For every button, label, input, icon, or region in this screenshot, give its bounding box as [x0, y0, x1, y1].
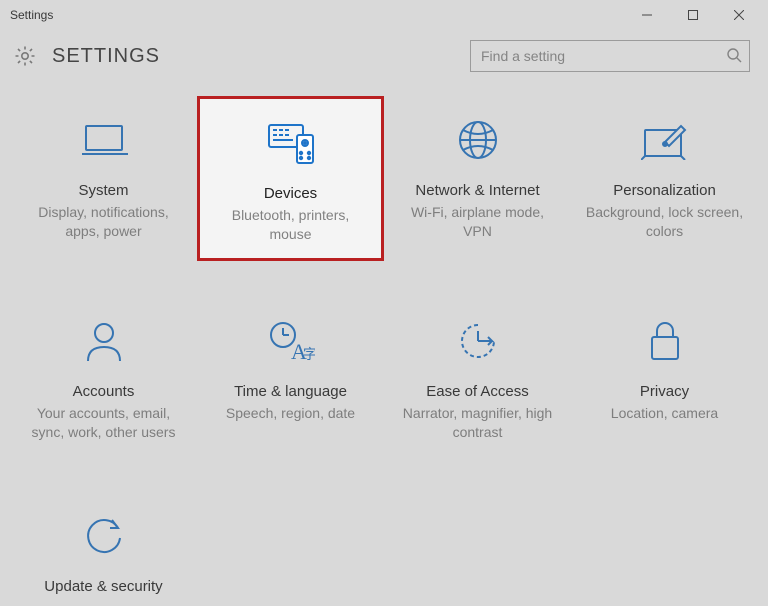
- tile-subtitle: Bluetooth, printers, mouse: [210, 206, 371, 244]
- tile-ease-of-access[interactable]: Ease of Access Narrator, magnifier, high…: [384, 297, 571, 456]
- titlebar: Settings: [0, 0, 768, 30]
- maximize-icon: [688, 10, 698, 20]
- tile-title: System: [78, 182, 128, 199]
- tile-subtitle: Display, notifications, apps, power: [20, 203, 187, 241]
- update-icon: [76, 508, 132, 564]
- privacy-icon: [637, 313, 693, 369]
- maximize-button[interactable]: [670, 0, 716, 30]
- tile-subtitle: Speech, region, date: [222, 404, 359, 423]
- tile-personalization[interactable]: Personalization Background, lock screen,…: [571, 96, 758, 261]
- tile-privacy[interactable]: Privacy Location, camera: [571, 297, 758, 456]
- tile-update-security[interactable]: Update & security: [10, 492, 197, 613]
- time-language-icon: A字: [263, 313, 319, 369]
- close-icon: [734, 10, 744, 20]
- tile-title: Network & Internet: [415, 182, 539, 199]
- tile-time-language[interactable]: A字 Time & language Speech, region, date: [197, 297, 384, 456]
- tile-accounts[interactable]: Accounts Your accounts, email, sync, wor…: [10, 297, 197, 456]
- tile-subtitle: Narrator, magnifier, high contrast: [394, 404, 561, 442]
- system-icon: [76, 112, 132, 168]
- tile-subtitle: Location, camera: [607, 404, 722, 423]
- minimize-button[interactable]: [624, 0, 670, 30]
- tile-subtitle: Background, lock screen, colors: [581, 203, 748, 241]
- gear-icon: [12, 43, 38, 69]
- minimize-icon: [642, 10, 652, 20]
- tile-devices[interactable]: Devices Bluetooth, printers, mouse: [197, 96, 384, 261]
- tile-title: Devices: [264, 185, 317, 202]
- tile-system[interactable]: System Display, notifications, apps, pow…: [10, 96, 197, 261]
- window-title: Settings: [10, 8, 624, 22]
- tile-title: Accounts: [73, 383, 135, 400]
- page-title: SETTINGS: [52, 45, 160, 68]
- tile-subtitle: Your accounts, email, sync, work, other …: [20, 404, 187, 442]
- tile-title: Privacy: [640, 383, 689, 400]
- personalization-icon: [637, 112, 693, 168]
- tile-title: Personalization: [613, 182, 716, 199]
- close-button[interactable]: [716, 0, 762, 30]
- search-input[interactable]: [470, 40, 750, 72]
- tile-subtitle: Wi-Fi, airplane mode, VPN: [394, 203, 561, 241]
- svg-text:字: 字: [303, 346, 315, 362]
- tile-network[interactable]: Network & Internet Wi-Fi, airplane mode,…: [384, 96, 571, 261]
- settings-grid: System Display, notifications, apps, pow…: [0, 86, 768, 613]
- devices-icon: [263, 115, 319, 171]
- tile-title: Ease of Access: [426, 383, 529, 400]
- tile-title: Update & security: [44, 578, 162, 595]
- accounts-icon: [76, 313, 132, 369]
- network-icon: [450, 112, 506, 168]
- ease-of-access-icon: [450, 313, 506, 369]
- tile-title: Time & language: [234, 383, 347, 400]
- search-icon: [726, 47, 742, 68]
- header-row: SETTINGS: [0, 30, 768, 86]
